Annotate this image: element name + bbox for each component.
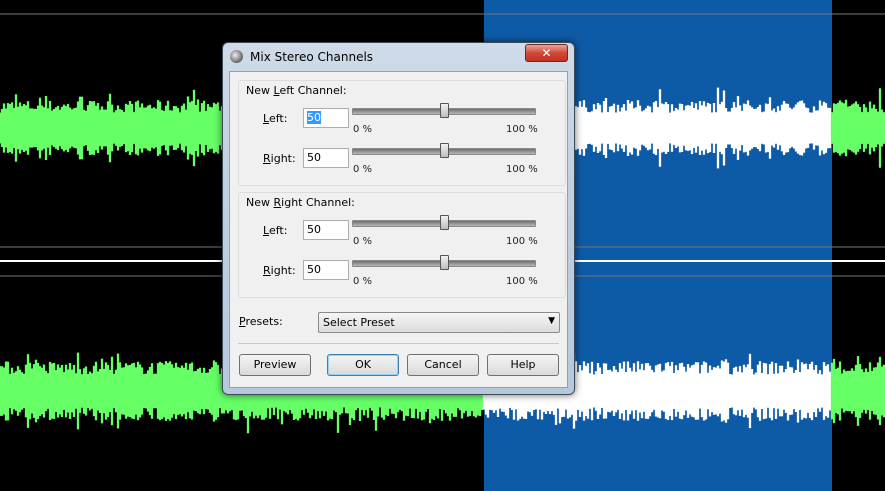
right-channel-right-label: Right:: [263, 264, 296, 277]
dialog-titlebar[interactable]: Mix Stereo Channels ✕: [223, 43, 574, 71]
help-button[interactable]: Help: [487, 354, 559, 376]
slider-min-label: 0 %: [353, 124, 373, 135]
title-prefix: New: [246, 196, 274, 209]
slider-thumb[interactable]: [439, 143, 449, 158]
right-channel-left-input[interactable]: 50: [303, 220, 349, 240]
slider-thumb[interactable]: [439, 255, 449, 270]
right-channel-left-slider[interactable]: [352, 215, 536, 230]
slider-min-label: 0 %: [353, 276, 373, 287]
right-channel-left-label: Left:: [263, 224, 287, 237]
input-value: 50: [307, 111, 321, 124]
label-text: eft:: [268, 224, 288, 237]
access-key: R: [263, 264, 271, 277]
access-key: R: [273, 196, 282, 209]
right-channel-right-slider[interactable]: [352, 255, 536, 270]
slider-max-label: 100 %: [506, 236, 538, 247]
left-channel-left-label: Left:: [263, 112, 287, 125]
right-channel-right-input[interactable]: 50: [303, 260, 349, 280]
left-channel-right-input[interactable]: 50: [303, 148, 349, 168]
input-value: 50: [307, 263, 321, 276]
label-text: resets:: [245, 315, 283, 328]
slider-thumb[interactable]: [439, 215, 449, 230]
left-channel-left-slider[interactable]: [352, 103, 536, 118]
input-value: 50: [307, 151, 321, 164]
ok-button[interactable]: OK: [327, 354, 399, 376]
slider-max-label: 100 %: [506, 276, 538, 287]
chevron-down-icon: ▼: [548, 316, 555, 326]
slider-min-label: 0 %: [353, 164, 373, 175]
new-left-channel-group: New Left Channel: Left: 50 0 % 100 % Rig…: [238, 80, 566, 186]
input-value: 50: [307, 223, 321, 236]
title-prefix: New: [246, 84, 274, 97]
title-suffix: eft Channel:: [279, 84, 347, 97]
left-channel-left-input[interactable]: 50: [303, 108, 349, 128]
preview-button[interactable]: Preview: [239, 354, 311, 376]
left-channel-right-slider[interactable]: [352, 143, 536, 158]
separator: [238, 343, 559, 344]
left-channel-right-label: Right:: [263, 152, 296, 165]
label-text: eft:: [268, 112, 288, 125]
access-key: R: [263, 152, 271, 165]
title-suffix: ight Channel:: [281, 196, 355, 209]
presets-selected-value: Select Preset: [323, 316, 395, 329]
close-icon: ✕: [541, 46, 552, 60]
cancel-button[interactable]: Cancel: [407, 354, 479, 376]
slider-max-label: 100 %: [506, 164, 538, 175]
new-right-channel-title: New Right Channel:: [246, 196, 355, 209]
app-icon: [230, 50, 243, 63]
presets-dropdown[interactable]: Select Preset ▼: [318, 312, 560, 333]
presets-label: Presets:: [239, 315, 283, 328]
dialog-title: Mix Stereo Channels: [250, 50, 374, 64]
mix-stereo-channels-dialog: Mix Stereo Channels ✕ New Left Channel: …: [222, 42, 575, 395]
new-left-channel-title: New Left Channel:: [246, 84, 347, 97]
slider-max-label: 100 %: [506, 124, 538, 135]
label-text: ight:: [270, 264, 296, 277]
dialog-client-area: New Left Channel: Left: 50 0 % 100 % Rig…: [229, 71, 568, 388]
slider-thumb[interactable]: [439, 103, 449, 118]
label-text: ight:: [270, 152, 296, 165]
new-right-channel-group: New Right Channel: Left: 50 0 % 100 % Ri…: [238, 192, 566, 298]
close-button[interactable]: ✕: [525, 44, 568, 62]
slider-min-label: 0 %: [353, 236, 373, 247]
